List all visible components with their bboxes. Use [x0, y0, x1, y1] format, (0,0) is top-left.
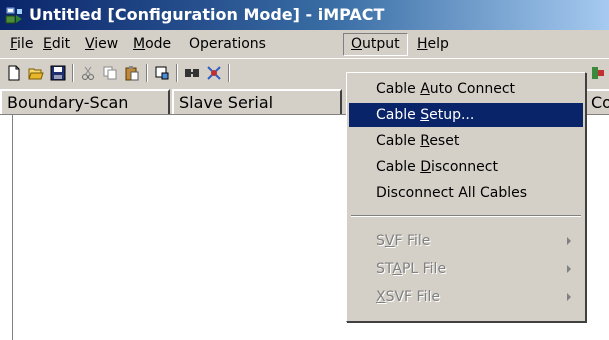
- menu-file-label: ile: [17, 36, 34, 52]
- menu-cable-reset[interactable]: Cable Reset: [349, 129, 583, 153]
- toolbar-icon-partial[interactable]: [588, 63, 608, 83]
- item-suffix: etup...: [429, 107, 475, 123]
- item-suffix: uto Connect: [429, 81, 516, 97]
- menu-disconnect-all-cables[interactable]: Disconnect All Cables: [349, 181, 583, 205]
- new-icon[interactable]: [4, 63, 24, 83]
- menu-separator: [351, 215, 581, 217]
- menu-file-mnemonic: F: [10, 36, 18, 52]
- menu-xsvf-file[interactable]: XSVF File: [349, 285, 583, 309]
- item-prefix: ST: [376, 261, 393, 277]
- tab-slave-serial[interactable]: Slave Serial: [172, 89, 342, 114]
- menu-cable-disconnect[interactable]: Cable Disconnect: [349, 155, 583, 179]
- cut-icon[interactable]: [78, 63, 98, 83]
- tab-boundary-scan[interactable]: Boundary-Scan: [0, 89, 170, 114]
- toolbar-separator: [146, 64, 148, 82]
- tab-slave-serial-label: Slave Serial: [179, 93, 274, 112]
- menu-help[interactable]: Help: [410, 34, 456, 55]
- menu-operations[interactable]: Operations: [182, 34, 273, 55]
- item-mnemonic: D: [420, 159, 431, 175]
- chain-icon[interactable]: [182, 63, 202, 83]
- item-mnemonic: R: [420, 133, 430, 149]
- menu-mode-label: ode: [145, 36, 172, 52]
- menu-output-label: utput: [362, 36, 400, 52]
- item-mnemonic: S: [420, 107, 430, 123]
- paste-icon[interactable]: [122, 63, 142, 83]
- debug-icon[interactable]: [204, 63, 224, 83]
- menu-cable-auto-connect[interactable]: Cable Auto Connect: [349, 77, 583, 101]
- program-icon[interactable]: [152, 63, 172, 83]
- tab-cor[interactable]: Cor: [584, 89, 609, 114]
- submenu-arrow-icon: [567, 237, 571, 245]
- item-prefix: Cable: [376, 159, 421, 175]
- tab-cor-label: Cor: [591, 93, 609, 112]
- item-prefix: Cable: [376, 107, 421, 123]
- menu-view-mnemonic: V: [85, 36, 95, 52]
- item-suffix: F File: [394, 233, 431, 249]
- menu-output[interactable]: Output: [343, 33, 408, 56]
- menu-output-mnemonic: O: [351, 36, 363, 52]
- item-mnemonic: A: [420, 81, 430, 97]
- menu-help-mnemonic: H: [417, 36, 428, 52]
- toolbar-separator: [72, 64, 74, 82]
- workspace-left-edge: [12, 114, 13, 340]
- impact-window: Untitled [Configuration Mode] - iMPACT F…: [0, 0, 609, 340]
- submenu-arrow-icon: [567, 293, 571, 301]
- copy-icon[interactable]: [100, 63, 120, 83]
- menu-view[interactable]: View: [78, 34, 125, 55]
- toolbar-separator: [176, 64, 178, 82]
- menu-file[interactable]: File: [3, 34, 40, 55]
- menu-bar: File Edit View Mode Operations Output He…: [0, 30, 609, 58]
- menu-stapl-file[interactable]: STAPL File: [349, 257, 583, 281]
- impact-app-icon: [5, 6, 23, 24]
- submenu-arrow-icon: [567, 265, 571, 273]
- menu-view-label: iew: [94, 36, 119, 52]
- item-prefix: Cable: [376, 133, 421, 149]
- toolbar-separator: [228, 64, 230, 82]
- save-icon[interactable]: [48, 63, 68, 83]
- item-mnemonic: A: [392, 261, 402, 277]
- window-title: Untitled [Configuration Mode] - iMPACT: [29, 5, 385, 24]
- menu-edit-mnemonic: E: [43, 36, 52, 52]
- menu-cable-setup[interactable]: Cable Setup...: [349, 103, 583, 127]
- item-suffix: eset: [429, 133, 460, 149]
- item-suffix: PL File: [401, 261, 447, 277]
- item-suffix: isconnect: [430, 159, 498, 175]
- open-icon[interactable]: [26, 63, 46, 83]
- menu-mode-mnemonic: M: [133, 36, 146, 52]
- item-prefix: Disconnect All Cables: [376, 185, 528, 201]
- item-mnemonic: X: [376, 289, 386, 305]
- menu-help-label: elp: [427, 36, 449, 52]
- tab-boundary-scan-label: Boundary-Scan: [7, 93, 129, 112]
- item-prefix: S: [376, 233, 385, 249]
- title-bar[interactable]: Untitled [Configuration Mode] - iMPACT: [0, 0, 609, 30]
- item-suffix: SVF File: [385, 289, 440, 305]
- menu-mode[interactable]: Mode: [126, 34, 178, 55]
- menu-svf-file[interactable]: SVF File: [349, 229, 583, 253]
- menu-edit-label: dit: [51, 36, 71, 52]
- output-menu: Cable Auto Connect Cable Setup... Cable …: [346, 72, 586, 322]
- item-prefix: Cable: [376, 81, 421, 97]
- menu-edit[interactable]: Edit: [36, 34, 77, 55]
- menu-operations-label: Operations: [189, 36, 266, 52]
